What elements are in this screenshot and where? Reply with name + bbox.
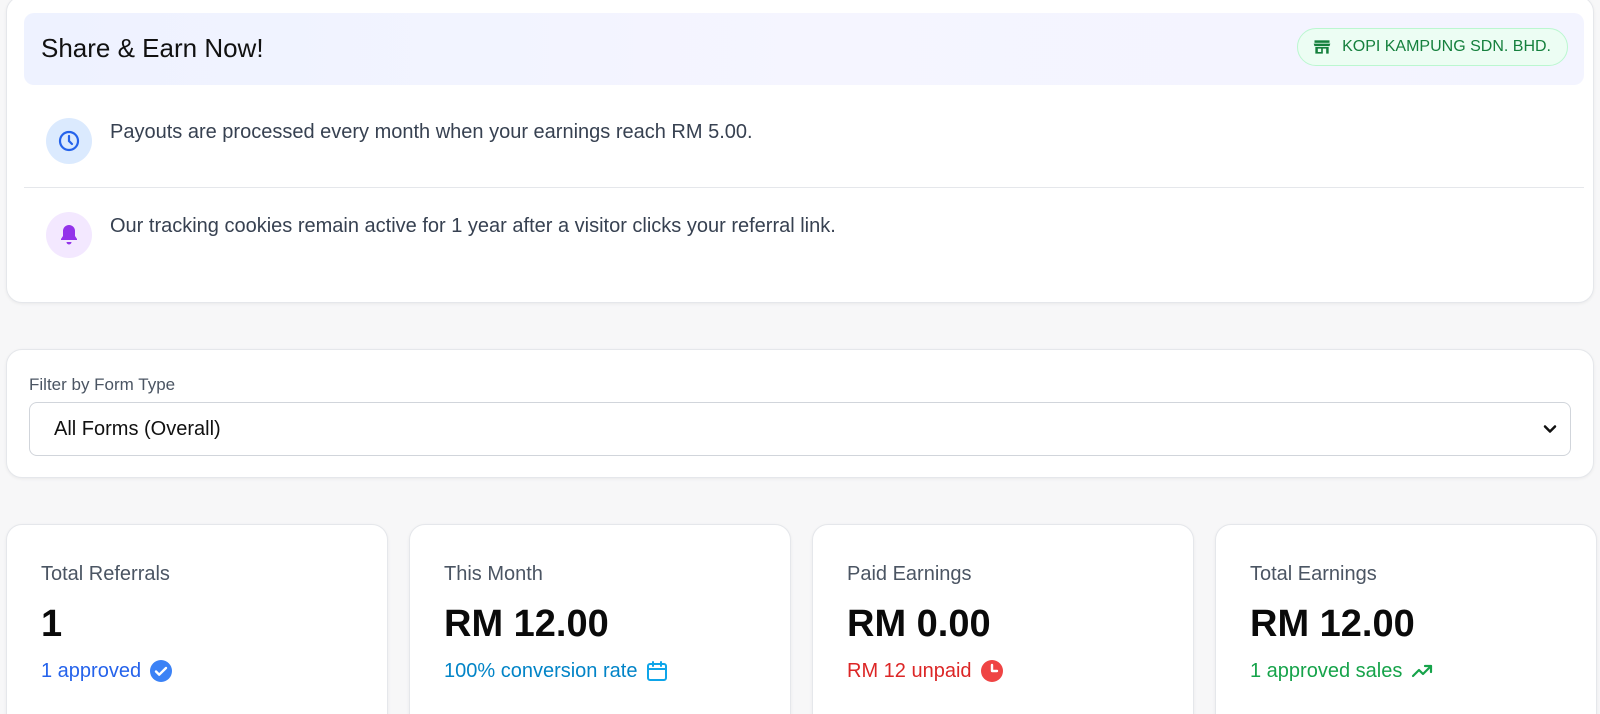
stat-sub-text: RM 12 unpaid: [847, 659, 972, 682]
stat-value: RM 12.00: [444, 603, 609, 645]
clock-icon-wrap: [46, 118, 92, 164]
form-type-selected-value: All Forms (Overall): [54, 417, 221, 440]
stat-sub-text: 1 approved: [41, 659, 142, 682]
stat-sub-text: 1 approved sales: [1250, 659, 1403, 682]
share-header: Share & Earn Now! KOPI KAMPUNG SDN. BHD.: [24, 13, 1584, 85]
clock-filled-icon: [980, 660, 1003, 682]
stat-sub: RM 12 unpaid: [847, 659, 1004, 683]
company-badge: KOPI KAMPUNG SDN. BHD.: [1297, 28, 1568, 66]
calendar-icon: [647, 661, 668, 681]
stat-sub: 1 approved: [41, 659, 173, 683]
stat-label: Total Referrals: [41, 563, 170, 585]
company-name: KOPI KAMPUNG SDN. BHD.: [1342, 38, 1551, 55]
payout-info-row: Payouts are processed every month when y…: [24, 94, 1584, 188]
form-type-select[interactable]: All Forms (Overall): [29, 402, 1571, 456]
check-badge-icon: [150, 660, 173, 682]
stat-value: RM 0.00: [847, 603, 991, 645]
share-earn-card: Share & Earn Now! KOPI KAMPUNG SDN. BHD.…: [6, 0, 1594, 303]
store-icon: [1313, 40, 1331, 54]
share-title: Share & Earn Now!: [41, 33, 264, 63]
stat-card-paid-earnings: Paid Earnings RM 0.00 RM 12 unpaid: [812, 524, 1194, 714]
stat-label: This Month: [444, 563, 543, 585]
cookie-info-row: Our tracking cookies remain active for 1…: [24, 188, 1584, 282]
stat-value: RM 12.00: [1250, 603, 1415, 645]
payout-info-text: Payouts are processed every month when y…: [110, 121, 753, 143]
chevron-down-icon: [1543, 425, 1557, 433]
stat-sub: 1 approved sales: [1250, 659, 1434, 683]
filter-card: Filter by Form Type All Forms (Overall): [6, 349, 1594, 478]
stat-sub-text: 100% conversion rate: [444, 659, 638, 682]
stat-card-total-referrals: Total Referrals 1 1 approved: [6, 524, 388, 714]
bell-icon: [61, 225, 77, 245]
trending-up-icon: [1412, 664, 1433, 678]
stat-sub: 100% conversion rate: [444, 659, 669, 683]
bell-icon-wrap: [46, 212, 92, 258]
stat-value: 1: [41, 603, 63, 645]
cookie-info-text: Our tracking cookies remain active for 1…: [110, 215, 836, 237]
stat-card-total-earnings: Total Earnings RM 12.00 1 approved sales: [1215, 524, 1597, 714]
clock-icon: [58, 130, 80, 152]
stat-label: Paid Earnings: [847, 563, 972, 585]
stat-label: Total Earnings: [1250, 563, 1377, 585]
filter-label: Filter by Form Type: [29, 375, 176, 394]
stat-card-this-month: This Month RM 12.00 100% conversion rate: [409, 524, 791, 714]
